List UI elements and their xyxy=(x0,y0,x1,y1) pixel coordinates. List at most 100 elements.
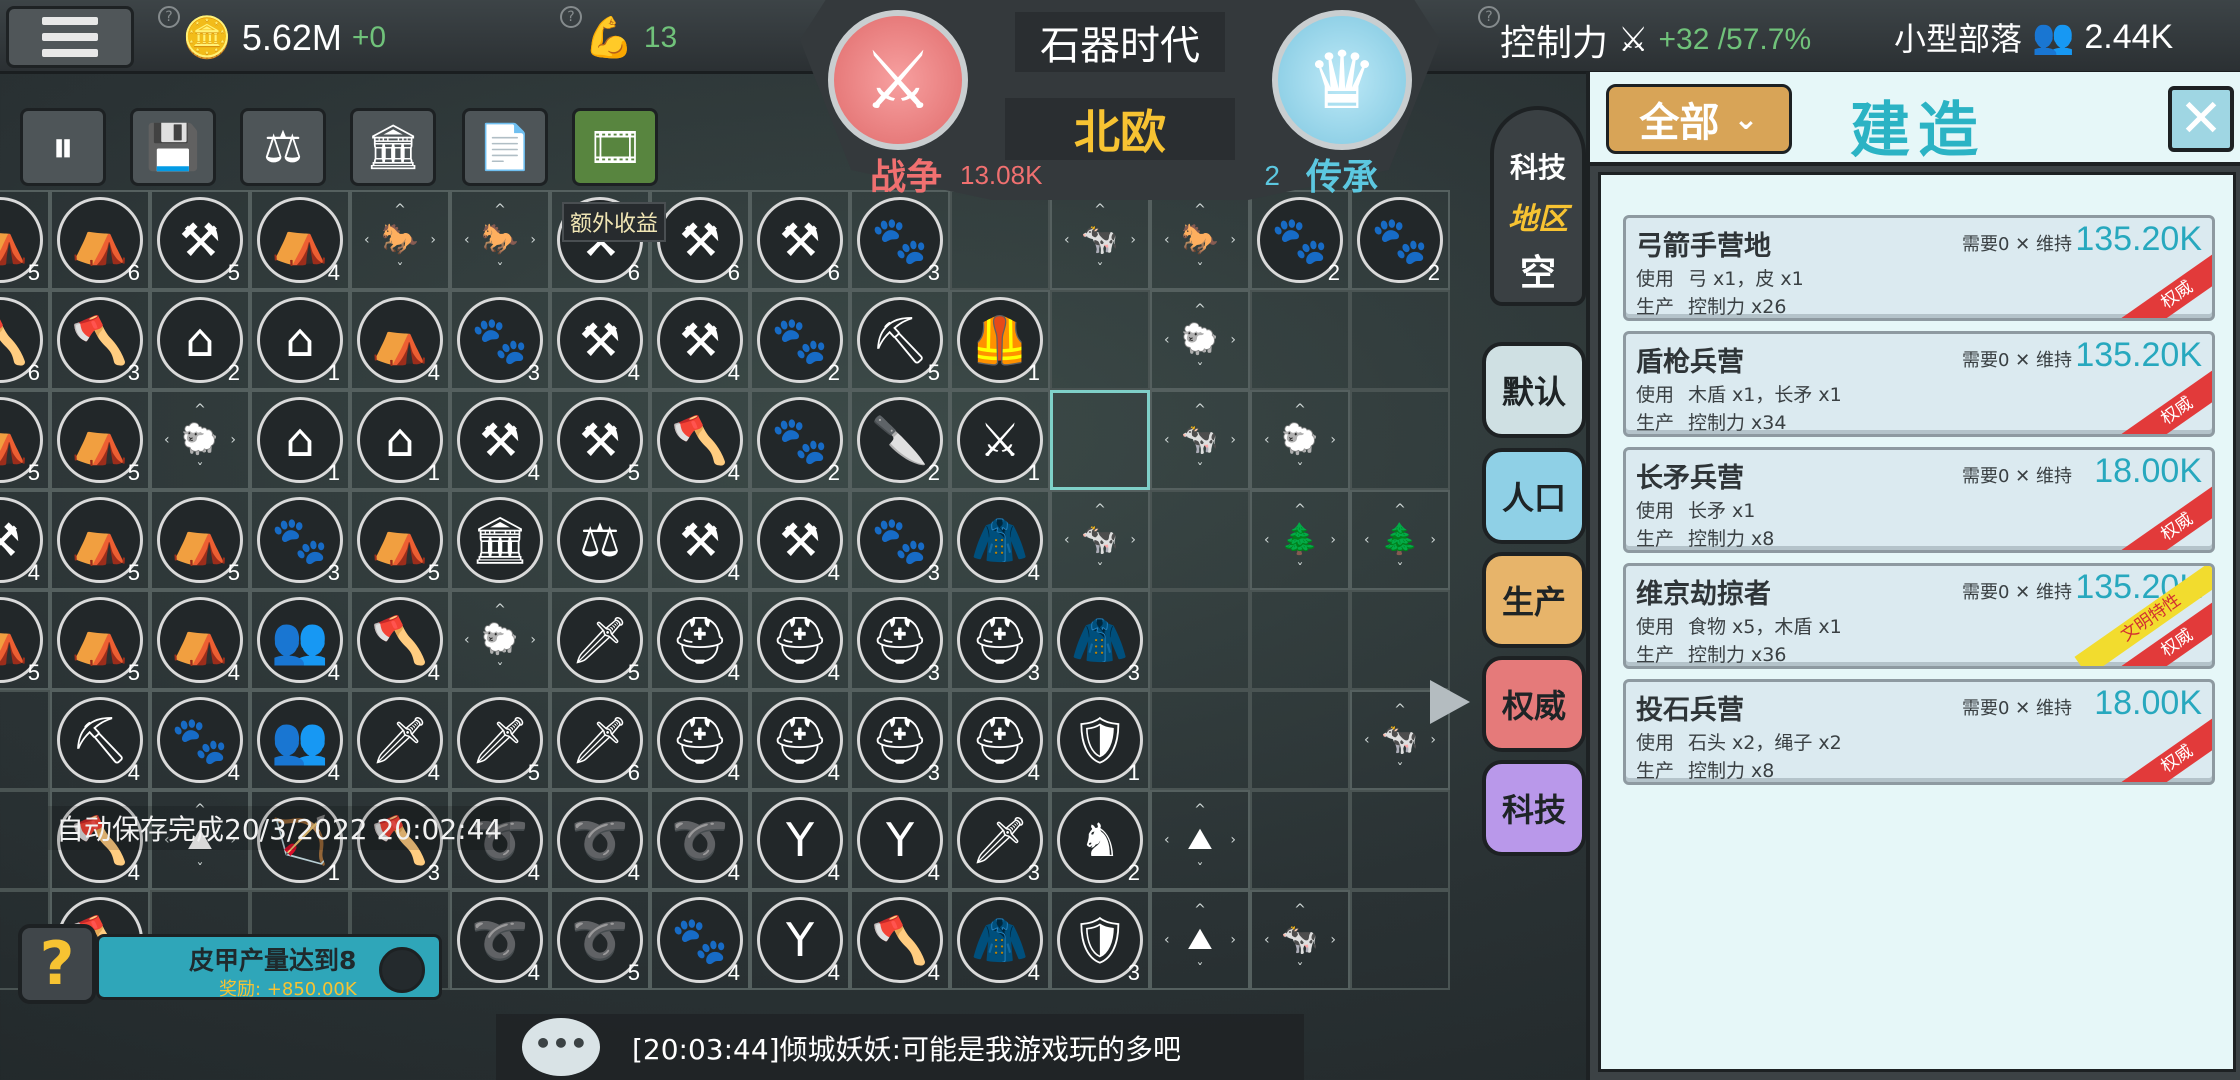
scythe-building[interactable]: ⚒4 xyxy=(657,497,743,584)
paw-building[interactable]: 🐾 3 xyxy=(857,497,943,584)
grid-cell[interactable] xyxy=(1350,890,1450,990)
grid-cell[interactable]: ⛺5 xyxy=(50,490,150,590)
grid-cell[interactable]: ⛺5 xyxy=(50,390,150,490)
tab-default[interactable]: 默认 xyxy=(1482,342,1586,438)
grid-cell[interactable]: ⛺ 6 xyxy=(50,190,150,290)
house-building[interactable]: ⌂ 2 xyxy=(157,297,243,384)
house-building[interactable]: ⌂ 1 xyxy=(357,397,443,484)
hall-building[interactable]: 🏛 xyxy=(457,497,543,583)
cloth-building[interactable]: 🧥 3 xyxy=(1057,597,1143,684)
grid-cell[interactable]: 👥 4 xyxy=(250,590,350,690)
grid-cell[interactable] xyxy=(1050,290,1150,390)
grid-cell[interactable]: 🗡 3 xyxy=(950,790,1050,890)
tent-building[interactable]: ⛺ 6 xyxy=(57,197,143,284)
building-card[interactable]: 投石兵营 需要0 ✕ 维持 18.00K 使用 石头 x2，绳子 x2 生产 控制力… xyxy=(1623,679,2215,785)
grid-cell[interactable]: ⌂ 1 xyxy=(250,390,350,490)
grid-cell[interactable]: 🐾 3 xyxy=(850,190,950,290)
grid-cell[interactable]: ➰ 5 xyxy=(550,890,650,990)
tab-authority[interactable]: 权威 xyxy=(1482,656,1586,752)
grid-cell[interactable] xyxy=(1150,590,1250,690)
paw-building[interactable]: 🐾 2 xyxy=(757,297,843,384)
grid-cell[interactable]: ⛰ ^ ˇ ‹ › xyxy=(1150,790,1250,890)
grid-cell[interactable]: 🐄 ^ ˇ ‹ › xyxy=(1050,490,1150,590)
armor-building[interactable]: 🦺 1 xyxy=(957,297,1043,384)
grid-cell[interactable]: 🌲 ^ ˇ ‹ › xyxy=(1250,490,1350,590)
sling-building[interactable]: Y4 xyxy=(857,797,943,884)
grid-cell[interactable]: 🧥 4 xyxy=(950,890,1050,990)
grid-cell[interactable] xyxy=(0,790,50,890)
helmet-building[interactable]: ⛑ 4 xyxy=(757,697,843,784)
building-card[interactable]: 长矛兵营 需要0 ✕ 维持 18.00K 使用 长矛 x1 生产 控制力 x8 权威 xyxy=(1623,447,2215,553)
legacy-button[interactable]: ♛ xyxy=(1272,10,1412,150)
rope-building[interactable]: ➰ 4 xyxy=(557,797,643,884)
axe-building[interactable]: 🪓6 xyxy=(0,297,43,384)
grid-cell[interactable]: 🗡 5 xyxy=(450,690,550,790)
grid-cell[interactable]: 🛡 3 xyxy=(1050,890,1150,990)
grid-cell[interactable]: ➰ 4 xyxy=(550,790,650,890)
grid-cell[interactable]: ⚒4 xyxy=(650,290,750,390)
tent-building[interactable]: ⛺ 4 xyxy=(157,597,243,684)
grid-cell[interactable]: ⌂ 1 xyxy=(350,390,450,490)
grid-cell[interactable]: ⛑ 4 xyxy=(650,590,750,690)
helmet-building[interactable]: ⛑ 3 xyxy=(857,597,943,684)
grid-cell[interactable]: 🐄 ^ ˇ ‹ › xyxy=(1150,390,1250,490)
trade-button[interactable]: ⚖ xyxy=(240,108,326,186)
grid-cell[interactable]: 🐑 ^ ˇ ‹ › xyxy=(1150,290,1250,390)
axe-building[interactable]: 🪓4 xyxy=(857,897,943,984)
helmet-building[interactable]: ⛑ 3 xyxy=(857,697,943,784)
helmet-building[interactable]: ⛑ 4 xyxy=(657,597,743,684)
grid-cell[interactable]: ➰ 4 xyxy=(450,890,550,990)
grid-cell[interactable]: 🪓6 xyxy=(0,290,50,390)
rope-building[interactable]: ➰ 4 xyxy=(657,797,743,884)
grid-cell[interactable]: ⚖ xyxy=(550,490,650,590)
helmet-building[interactable]: ⛑ 4 xyxy=(757,597,843,684)
quest-box[interactable]: 皮甲产量达到8 奖励: +850.00K xyxy=(96,934,442,1000)
helmet-building[interactable]: ⛑ 3 xyxy=(957,597,1043,684)
grid-cell[interactable]: 🐄 ^ ˇ ‹ › xyxy=(1050,190,1150,290)
tent-building[interactable]: ⛺5 xyxy=(0,597,43,684)
grid-cell[interactable]: 👥 4 xyxy=(250,690,350,790)
building-card[interactable]: 维京劫掠者 需要0 ✕ 维持 135.20K 使用 食物 x5，木盾 x1 生产控… xyxy=(1623,563,2215,669)
building-card[interactable]: 盾枪兵营 需要0 ✕ 维持 135.20K 使用 木盾 x1，长矛 x1 生产 控制… xyxy=(1623,331,2215,437)
paw-building[interactable]: 🐾 3 xyxy=(457,297,543,384)
grid-cell[interactable]: ⛑ 4 xyxy=(950,690,1050,790)
main-menu-button[interactable] xyxy=(6,6,134,68)
grid-cell[interactable]: 🐾 4 xyxy=(150,690,250,790)
house-building[interactable]: ⌂ 1 xyxy=(257,297,343,384)
tent-building[interactable]: ⛺5 xyxy=(0,197,43,284)
grid-cell[interactable]: ⛑ 4 xyxy=(750,590,850,690)
close-button[interactable]: ✕ xyxy=(2168,86,2234,152)
filter-dropdown[interactable]: 全部 ⌄ xyxy=(1606,84,1792,154)
shield-building[interactable]: 🛡 1 xyxy=(1057,697,1143,784)
grid-cell[interactable] xyxy=(1350,590,1450,690)
grid-cell[interactable]: ⛺ 4 xyxy=(150,590,250,690)
grid-cell[interactable]: ⛺5 xyxy=(0,590,50,690)
grid-cell[interactable] xyxy=(1350,290,1450,390)
meeting-building[interactable]: 👥 4 xyxy=(257,597,343,684)
grid-cell[interactable]: Y4 xyxy=(750,790,850,890)
save-button[interactable]: 💾 xyxy=(130,108,216,186)
grid-cell[interactable]: ⚒4 xyxy=(0,490,50,590)
grid-cell[interactable] xyxy=(1250,590,1350,690)
grid-cell[interactable]: 🐾 3 xyxy=(450,290,550,390)
grid-cell[interactable]: ⚒6 xyxy=(750,190,850,290)
spear-building[interactable]: 🗡 3 xyxy=(957,797,1043,884)
grid-cell[interactable]: 🪓4 xyxy=(850,890,950,990)
grid-cell[interactable]: ⚒ 5 xyxy=(550,390,650,490)
grid-cell[interactable]: 🏛 xyxy=(450,490,550,590)
grid-cell[interactable]: ⛏ 4 xyxy=(50,690,150,790)
paw-building[interactable]: 🐾 3 xyxy=(857,197,943,284)
document-button[interactable]: 📄 xyxy=(462,108,548,186)
helmet-building[interactable]: ⛑ 4 xyxy=(957,697,1043,784)
grid-cell[interactable]: 🪓4 xyxy=(350,590,450,690)
help-icon[interactable]: ? xyxy=(158,6,180,28)
grid-cell[interactable]: ⌂ 1 xyxy=(250,290,350,390)
scythe-building[interactable]: ⚒4 xyxy=(0,497,43,584)
grid-cell[interactable] xyxy=(1250,290,1350,390)
grid-cell[interactable]: 🐑 ^ ˇ ‹ › xyxy=(1250,390,1350,490)
pick-building[interactable]: ⛏ 4 xyxy=(57,697,143,784)
help-icon[interactable]: ? xyxy=(560,6,582,28)
grid-cell[interactable] xyxy=(1350,390,1450,490)
grid-cell[interactable]: 🐾 2 xyxy=(750,390,850,490)
bonus-video-button[interactable]: 🎞 xyxy=(572,108,658,186)
